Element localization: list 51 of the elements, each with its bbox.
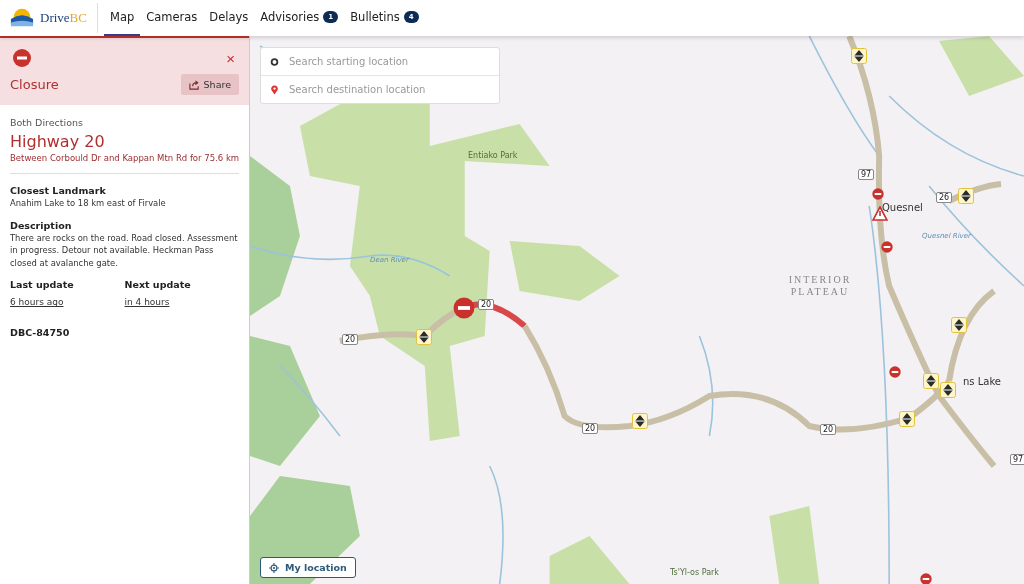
- update-link[interactable]: in 4 hours: [124, 297, 170, 308]
- road-closed-icon[interactable]: [881, 241, 893, 253]
- close-button[interactable]: ×: [222, 50, 239, 66]
- park-label: Entiako Park: [468, 151, 518, 160]
- highway-shield: 20: [582, 423, 599, 434]
- place-label: Quesnel: [882, 202, 923, 213]
- highway-shield: 20: [478, 299, 495, 310]
- diamond-sign-icon[interactable]: [851, 48, 867, 64]
- diamond-sign-icon[interactable]: [416, 329, 432, 345]
- highway-title: Highway 20: [10, 132, 106, 151]
- highway-shield: 20: [342, 334, 359, 345]
- direction-text: Both Directions: [10, 117, 84, 128]
- diamond-sign-icon[interactable]: [923, 373, 939, 389]
- diamond-sign-icon[interactable]: [632, 413, 648, 429]
- crosshair-icon: [269, 562, 279, 573]
- no-entry-icon: [12, 48, 32, 68]
- section-text: Anahim Lake to 18 km east of Firvale: [10, 197, 167, 210]
- location-pin-icon: [270, 84, 279, 95]
- my-location-button[interactable]: My location: [260, 557, 356, 578]
- section-title: Closest Landmark: [10, 185, 107, 196]
- park-label: Ts'Yl-os Park: [670, 568, 719, 577]
- road-closed-icon[interactable]: [872, 188, 884, 200]
- diamond-sign-icon[interactable]: [958, 188, 974, 204]
- diamond-sign-icon[interactable]: [899, 411, 915, 427]
- section-text: There are rocks on the road. Road closed. Assessment in progress. Detour not available. Heckman Pass closed at avalanche gate.: [10, 231, 239, 270]
- highway-shield: 20: [820, 424, 837, 435]
- highway-shield: 97: [858, 169, 875, 180]
- nav-tab[interactable]: Cameras: [140, 0, 204, 36]
- share-icon: [188, 79, 200, 90]
- road-closed-icon[interactable]: [889, 366, 901, 378]
- update-label: Next update: [124, 279, 192, 291]
- event-id: DBC-84750: [10, 327, 71, 339]
- origin-dot-icon: [270, 56, 279, 67]
- region-label: INTERIOR PLATEAU: [787, 274, 853, 298]
- diamond-sign-icon[interactable]: [940, 382, 956, 398]
- segment-text: Between Corbould Dr and Kappan Mtn Rd for 75.6 km: [10, 153, 239, 163]
- road-closed-icon[interactable]: [453, 297, 475, 319]
- share-button[interactable]: Share: [180, 74, 239, 95]
- highway-shield: 97: [1010, 454, 1024, 465]
- road-closed-icon[interactable]: [920, 573, 932, 584]
- start-location-field[interactable]: Search starting location: [287, 55, 490, 68]
- drivebc-logo[interactable]: DriveBC: [40, 10, 87, 26]
- event-type: Closure: [10, 77, 59, 92]
- highway-shield: 26: [936, 192, 953, 203]
- place-label: ns Lake: [963, 376, 1001, 387]
- nav-tab[interactable]: Delays: [203, 0, 255, 36]
- update-link[interactable]: 6 hours ago: [10, 297, 64, 308]
- diamond-sign-icon[interactable]: [951, 317, 967, 333]
- update-label: Last update: [10, 279, 75, 291]
- section-title: Description: [10, 219, 73, 231]
- destination-field[interactable]: Search destination location: [287, 83, 490, 96]
